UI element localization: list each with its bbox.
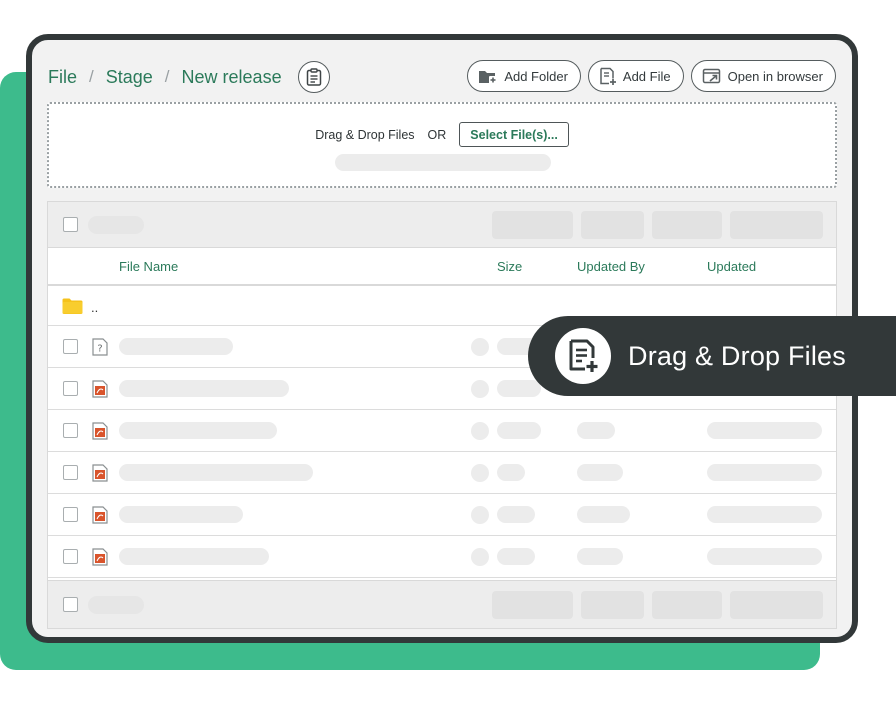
- footer-checkbox[interactable]: [63, 597, 78, 612]
- table-toolbar: [48, 202, 836, 248]
- updated-placeholder: [707, 506, 822, 523]
- placeholder-button: [730, 211, 823, 239]
- size-placeholder: [471, 464, 489, 482]
- pdf-file-icon: [92, 422, 108, 440]
- row-checkbox[interactable]: [63, 507, 78, 522]
- size-placeholder: [497, 464, 525, 481]
- placeholder-button: [581, 211, 644, 239]
- badge-label: Drag & Drop Files: [628, 340, 846, 371]
- table-footer: [48, 580, 836, 628]
- file-plus-icon: [569, 339, 598, 372]
- name-placeholder: [119, 464, 313, 481]
- parent-folder-label: ..: [91, 300, 99, 315]
- name-placeholder: [119, 422, 277, 439]
- column-updated[interactable]: Updated: [707, 259, 756, 274]
- placeholder-button: [730, 591, 823, 619]
- placeholder-button: [652, 591, 722, 619]
- row-checkbox[interactable]: [63, 381, 78, 396]
- updated-placeholder: [707, 464, 822, 481]
- add-folder-label: Add Folder: [504, 68, 568, 84]
- folder-plus-icon: [479, 70, 498, 84]
- column-updated-by[interactable]: Updated By: [577, 259, 645, 274]
- select-all-checkbox[interactable]: [63, 217, 78, 232]
- placeholder-button: [581, 591, 644, 619]
- updated-by-placeholder: [577, 422, 615, 439]
- name-placeholder: [119, 338, 233, 355]
- name-placeholder: [119, 380, 289, 397]
- row-checkbox[interactable]: [63, 549, 78, 564]
- drop-zone-or: OR: [427, 127, 447, 142]
- breadcrumb-separator: /: [89, 67, 94, 86]
- updated-placeholder: [707, 422, 822, 439]
- column-file-name[interactable]: File Name: [119, 259, 178, 274]
- breadcrumb-file[interactable]: File: [48, 67, 77, 88]
- add-file-label: Add File: [622, 68, 671, 84]
- placeholder-pill: [88, 596, 144, 614]
- breadcrumb-new-release[interactable]: New release: [182, 67, 282, 88]
- size-placeholder: [471, 422, 489, 440]
- size-placeholder: [471, 548, 489, 566]
- placeholder-pill: [88, 216, 144, 234]
- breadcrumb-stage[interactable]: Stage: [106, 67, 153, 88]
- size-placeholder: [471, 338, 489, 356]
- unknown-file-icon: ?: [92, 338, 108, 356]
- breadcrumb-separator: /: [164, 67, 170, 86]
- updated-by-placeholder: [577, 506, 630, 523]
- clipboard-icon: [306, 68, 321, 86]
- placeholder-button: [492, 591, 573, 619]
- column-size[interactable]: Size: [497, 259, 522, 274]
- breadcrumb: File / Stage / New release: [48, 60, 330, 94]
- row-checkbox[interactable]: [63, 423, 78, 438]
- updated-by-placeholder: [577, 464, 623, 481]
- pdf-file-icon: [92, 464, 108, 482]
- toolbar: Add Folder Add File Open in browser: [467, 60, 836, 92]
- folder-icon: [62, 298, 83, 314]
- table-header: File Name Size Updated By Updated: [48, 248, 836, 286]
- placeholder-button: [492, 211, 573, 239]
- row-checkbox[interactable]: [63, 465, 78, 480]
- size-placeholder: [497, 506, 535, 523]
- size-placeholder: [497, 422, 541, 439]
- size-placeholder: [471, 380, 489, 398]
- drop-zone[interactable]: Drag & Drop Files OR Select File(s)...: [47, 102, 837, 188]
- upload-progress-placeholder: [335, 154, 551, 171]
- pdf-file-icon: [92, 380, 108, 398]
- copy-path-button[interactable]: [297, 61, 330, 93]
- table-row[interactable]: [48, 410, 836, 452]
- badge-icon-circle: [555, 328, 611, 384]
- name-placeholder: [119, 548, 269, 565]
- updated-by-placeholder: [577, 548, 623, 565]
- size-placeholder: [497, 380, 541, 397]
- row-checkbox[interactable]: [63, 339, 78, 354]
- select-files-button[interactable]: Select File(s)...: [459, 122, 569, 147]
- pdf-file-icon: [92, 548, 108, 566]
- add-file-button[interactable]: Add File: [587, 60, 684, 92]
- table-row[interactable]: [48, 536, 836, 578]
- size-placeholder: [471, 506, 489, 524]
- file-table: File Name Size Updated By Updated .. ?: [47, 201, 837, 629]
- table-row[interactable]: [48, 494, 836, 536]
- size-placeholder: [497, 548, 535, 565]
- name-placeholder: [119, 506, 243, 523]
- open-in-browser-label: Open in browser: [727, 68, 823, 84]
- svg-text:?: ?: [97, 344, 102, 355]
- pdf-file-icon: [92, 506, 108, 524]
- add-folder-button[interactable]: Add Folder: [467, 60, 581, 92]
- updated-placeholder: [707, 548, 822, 565]
- file-plus-icon: [600, 67, 616, 85]
- open-in-browser-button[interactable]: Open in browser: [690, 60, 836, 92]
- browser-open-icon: [702, 68, 720, 83]
- table-row[interactable]: [48, 452, 836, 494]
- placeholder-button: [652, 211, 722, 239]
- drop-zone-label: Drag & Drop Files: [315, 127, 415, 142]
- drag-drop-badge: Drag & Drop Files: [528, 316, 896, 396]
